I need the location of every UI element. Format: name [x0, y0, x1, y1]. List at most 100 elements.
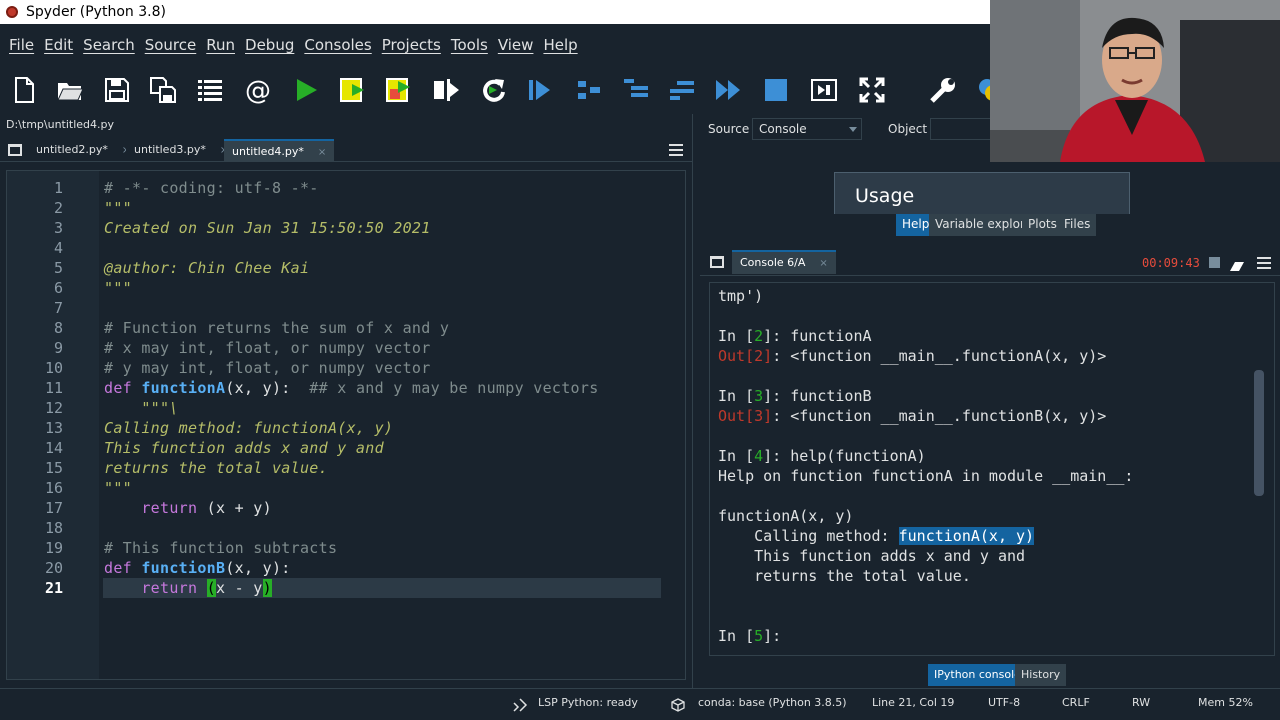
close-icon[interactable]: × — [819, 258, 827, 269]
scrollbar-thumb[interactable] — [1254, 370, 1264, 496]
line-number: 14 — [44, 439, 63, 457]
new-file-icon[interactable] — [8, 74, 40, 106]
menu-edit[interactable]: Edit — [39, 36, 78, 54]
run-cell-advance-icon[interactable] — [383, 74, 415, 106]
code-token: # x may int, float, or numpy vector — [104, 339, 431, 357]
rerun-icon[interactable] — [477, 74, 509, 106]
elapsed-time: 00:09:43 — [1142, 256, 1200, 270]
line-number: 15 — [44, 459, 63, 477]
usage-title: Usage — [855, 185, 915, 207]
line-number: 12 — [44, 399, 63, 417]
console-token: tmp') — [718, 287, 764, 305]
pane-splitter[interactable] — [692, 114, 700, 688]
file-encoding: UTF-8 — [988, 696, 1021, 709]
tab-untitled3[interactable]: untitled3.py*× — [126, 139, 237, 161]
menu-help[interactable]: Help — [538, 36, 582, 54]
code-token: Calling method: functionA(x, y) — [104, 419, 394, 437]
save-icon[interactable] — [101, 74, 133, 106]
pane-options-icon[interactable] — [710, 256, 724, 268]
outline-list-icon[interactable] — [194, 74, 226, 106]
line-number: 1 — [53, 179, 63, 197]
menu-search[interactable]: Search — [78, 36, 140, 54]
object-label: Object — [888, 122, 928, 136]
line-number: 20 — [44, 559, 63, 577]
editor-options-menu-icon[interactable] — [669, 144, 683, 156]
code-token: """\ — [104, 399, 179, 417]
menu-projects[interactable]: Projects — [377, 36, 446, 54]
menu-run[interactable]: Run — [201, 36, 240, 54]
code-line: return (x + y) — [104, 499, 272, 517]
code-line: Calling method: functionA(x, y) — [104, 419, 393, 437]
window-title: Spyder (Python 3.8) — [26, 4, 166, 20]
code-token: return — [104, 499, 207, 517]
console-options-menu-icon[interactable] — [1257, 257, 1271, 269]
source-label: Source — [708, 122, 750, 136]
code-token: # This function subtracts — [104, 539, 338, 557]
run-icon[interactable] — [290, 74, 322, 106]
cursor-position: Line 21, Col 19 — [872, 696, 955, 709]
at-sign-icon[interactable]: @ — [241, 74, 273, 106]
spyder-window: Spyder (Python 3.8) File Edit Search Sou… — [0, 0, 1280, 720]
console-token: In [ — [718, 387, 755, 405]
console-token: 2 — [754, 327, 764, 345]
debug-step-into-icon[interactable] — [620, 74, 652, 106]
console-token: This function adds x and y and — [718, 547, 1026, 565]
debug-icon[interactable] — [524, 74, 556, 106]
code-token: """ — [104, 479, 132, 497]
source-combo[interactable]: Console — [752, 118, 862, 140]
chevron-down-icon — [849, 127, 857, 132]
line-number: 8 — [53, 319, 63, 337]
run-cell-icon[interactable] — [337, 74, 369, 106]
save-all-icon[interactable] — [147, 74, 179, 106]
status-bar: LSP Python: ready conda: base (Python 3.… — [0, 688, 1280, 720]
console-scrollbar[interactable] — [1254, 304, 1264, 644]
stop-kernel-icon[interactable] — [1209, 257, 1220, 268]
code-line: """\ — [104, 399, 179, 417]
tab-ipython-console[interactable]: IPython console — [928, 664, 1027, 686]
code-line: # x may int, float, or numpy vector — [104, 339, 431, 357]
run-selection-icon[interactable] — [430, 74, 462, 106]
open-file-icon[interactable] — [54, 74, 86, 106]
console-token: In [ — [718, 327, 755, 345]
tab-files[interactable]: Files — [1058, 214, 1097, 236]
menu-source[interactable]: Source — [140, 36, 202, 54]
preferences-wrench-icon[interactable] — [927, 74, 959, 106]
code-line: def functionA(x, y): ## x and y may be n… — [104, 379, 599, 397]
console-token: Out[2] — [718, 347, 773, 365]
ipython-console[interactable]: tmp') In [2]: functionA Out[2]: <function … — [709, 282, 1275, 656]
console-line: Calling method: functionA(x, y) — [718, 527, 1035, 545]
console-token: ]: functionB — [763, 387, 872, 405]
tab-untitled4[interactable]: untitled4.py* × — [224, 139, 335, 161]
tab-history[interactable]: History — [1015, 664, 1067, 686]
menu-debug[interactable]: Debug — [240, 36, 299, 54]
console-line: Out[2]: <function __main__.functionA(x, … — [718, 347, 1106, 365]
code-line: # y may int, float, or numpy vector — [104, 359, 431, 377]
tab-untitled2[interactable]: untitled2.py*× — [28, 139, 139, 161]
menu-consoles[interactable]: Consoles — [299, 36, 376, 54]
line-endings: CRLF — [1062, 696, 1090, 709]
debug-continue-icon[interactable] — [712, 74, 744, 106]
pane-options-icon[interactable] — [8, 144, 22, 156]
console-token: : <function __main__.functionA(x, y)> — [772, 347, 1107, 365]
menu-view[interactable]: View — [493, 36, 539, 54]
tab-plots[interactable]: Plots — [1022, 214, 1063, 236]
menu-tools[interactable]: Tools — [446, 36, 493, 54]
menu-file[interactable]: File — [4, 36, 39, 54]
eraser-icon[interactable] — [1230, 257, 1244, 271]
debug-step-return-icon[interactable] — [666, 74, 698, 106]
code-line: This function adds x and y and — [104, 439, 384, 457]
code-editor[interactable]: 1 2 3 4 5 6 7 8 9 10 11 12 13 14 15 16 17 18 19 20 21 # -*- … — [6, 170, 686, 680]
code-token: This function adds x and y and — [104, 439, 384, 457]
stop-icon[interactable] — [760, 74, 792, 106]
debug-step-icon[interactable] — [573, 74, 605, 106]
tab-console-6a[interactable]: Console 6/A × — [732, 250, 836, 274]
line-number: 17 — [44, 499, 63, 517]
code-token: ( — [206, 579, 216, 597]
console-token: functionA(x, y) — [718, 507, 854, 525]
fullscreen-icon[interactable] — [856, 74, 888, 106]
code-line: """ — [104, 279, 132, 297]
close-icon[interactable]: × — [318, 147, 326, 158]
maximize-pane-icon[interactable] — [808, 74, 840, 106]
memory-usage: Mem 52% — [1198, 696, 1253, 709]
console-token: In [ — [718, 447, 755, 465]
